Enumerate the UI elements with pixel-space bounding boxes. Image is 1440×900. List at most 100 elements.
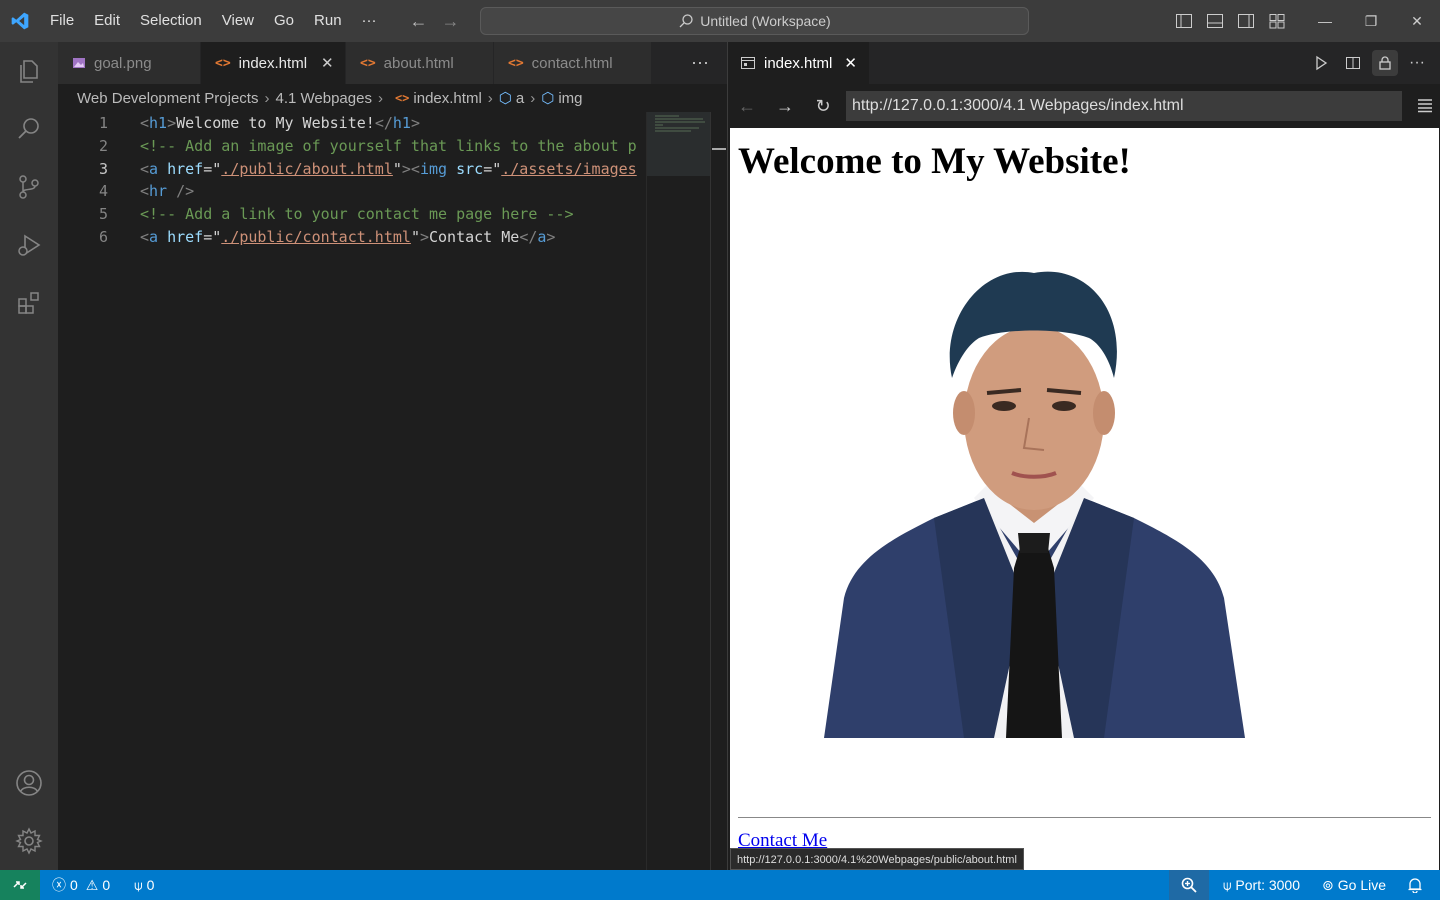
- breadcrumb-item[interactable]: img: [558, 90, 582, 107]
- notifications-bell-icon[interactable]: [1400, 870, 1430, 900]
- tab-label: index.html: [238, 54, 308, 72]
- toggle-secondary-sidebar-icon[interactable]: [1230, 0, 1261, 42]
- run-debug-icon[interactable]: [0, 216, 58, 274]
- breadcrumb-item[interactable]: a: [516, 90, 524, 107]
- zoom-icon[interactable]: [1169, 870, 1209, 900]
- command-center[interactable]: Untitled (Workspace): [480, 7, 1029, 35]
- rendered-page: Welcome to My Website! Contact Me: [730, 128, 1439, 870]
- port-label: Port: 3000: [1235, 877, 1301, 893]
- code-line: 6 <a href="./public/contact.html">Contac…: [58, 225, 646, 248]
- close-window-button[interactable]: ✕: [1394, 0, 1440, 42]
- ports-count: 0: [146, 877, 155, 893]
- page-heading: Welcome to My Website!: [738, 141, 1131, 182]
- status-bar: ⓧ 0 ⚠ 0 ⍦ 0 ⍦ Port: 3000 ⊚ Go Live: [0, 870, 1440, 900]
- back-arrow-icon[interactable]: ←: [407, 9, 431, 33]
- chevron-right-icon: ›: [487, 89, 493, 107]
- extensions-icon[interactable]: [0, 274, 58, 332]
- editor-scrollbar[interactable]: [710, 112, 727, 870]
- menu-go[interactable]: Go: [264, 0, 304, 42]
- browser-page-icon: [741, 57, 755, 69]
- toggle-primary-sidebar-icon[interactable]: [1168, 0, 1199, 42]
- broadcast-icon: ⍦: [134, 876, 143, 893]
- menu-view[interactable]: View: [212, 0, 264, 42]
- go-live-label: Go Live: [1337, 877, 1386, 893]
- browser-back-icon[interactable]: ←: [728, 84, 766, 128]
- toggle-panel-icon[interactable]: [1199, 0, 1230, 42]
- browser-reload-icon[interactable]: ↻: [804, 84, 842, 128]
- error-count: 0: [70, 877, 78, 893]
- error-icon: ⓧ: [52, 877, 66, 893]
- browser-address-bar[interactable]: http://127.0.0.1:3000/4.1 Webpages/index…: [846, 91, 1402, 121]
- close-tab-icon[interactable]: ✕: [321, 54, 334, 72]
- more-actions-icon[interactable]: ···: [1404, 50, 1430, 76]
- accounts-icon[interactable]: [0, 754, 58, 812]
- forward-arrow-icon[interactable]: →: [439, 9, 463, 33]
- line-number: 2: [98, 137, 108, 156]
- editor-more-actions-button[interactable]: ···: [691, 42, 709, 84]
- symbol-cube-icon: ⬡: [541, 90, 555, 107]
- restore-button[interactable]: ❐: [1348, 0, 1394, 42]
- chevron-right-icon: ›: [264, 89, 270, 107]
- run-icon[interactable]: [1308, 50, 1334, 76]
- minimize-button[interactable]: —: [1302, 0, 1348, 42]
- minimap[interactable]: [646, 112, 710, 870]
- explorer-icon[interactable]: [0, 42, 58, 100]
- tab-about-html[interactable]: <> about.html: [346, 42, 494, 84]
- menu-file[interactable]: File: [40, 0, 84, 42]
- code-editor[interactable]: 1 <h1>Welcome to My Website!</h1> 2 <!--…: [58, 112, 646, 870]
- vscode-logo-icon: [0, 0, 40, 42]
- browser-forward-icon[interactable]: →: [766, 84, 804, 128]
- go-live-button[interactable]: ⊚ Go Live: [1314, 870, 1394, 900]
- line-number: 3: [98, 159, 108, 178]
- html-file-icon: <>: [215, 55, 231, 71]
- code-line: 4 <hr />: [58, 180, 646, 203]
- menu-selection[interactable]: Selection: [130, 0, 212, 42]
- code-line: 1 <h1>Welcome to My Website!</h1>: [58, 112, 646, 135]
- tab-index-html[interactable]: <> index.html ✕: [201, 42, 346, 84]
- split-editor-icon[interactable]: [1340, 50, 1366, 76]
- html-file-icon: <>: [360, 55, 376, 71]
- editor-tabs: goal.png <> index.html ✕ <> about.html <…: [58, 42, 727, 84]
- browser-menu-icon[interactable]: [1416, 96, 1434, 117]
- browser-tab-index[interactable]: index.html ✕: [728, 42, 869, 84]
- tab-goal-png[interactable]: goal.png: [58, 42, 201, 84]
- browser-tab-label: index.html: [764, 54, 833, 72]
- line-number: 1: [98, 114, 108, 133]
- warning-icon: ⚠: [85, 876, 99, 893]
- problems-indicator[interactable]: ⓧ 0 ⚠ 0: [44, 870, 118, 900]
- breadcrumb-item[interactable]: Web Development Projects: [77, 90, 258, 107]
- line-number: 5: [98, 205, 108, 224]
- image-file-icon: [73, 58, 85, 68]
- radio-tower-icon: ⊚: [1322, 876, 1334, 893]
- line-number: 4: [98, 182, 108, 201]
- live-server-port[interactable]: ⍦ Port: 3000: [1215, 870, 1308, 900]
- search-icon[interactable]: [0, 100, 58, 158]
- browser-toolbar: ← → ↻ http://127.0.0.1:3000/4.1 Webpages…: [728, 84, 1440, 128]
- search-icon: [679, 14, 693, 28]
- warning-count: 0: [102, 877, 111, 893]
- cursor-position-marker: [712, 148, 726, 150]
- tab-label: contact.html: [531, 54, 613, 72]
- source-control-icon[interactable]: [0, 158, 58, 216]
- menu-edit[interactable]: Edit: [84, 0, 130, 42]
- chevron-right-icon: ›: [530, 89, 536, 107]
- settings-gear-icon[interactable]: [0, 812, 58, 870]
- breadcrumb-item[interactable]: 4.1 Webpages: [275, 90, 371, 107]
- breadcrumb-item[interactable]: index.html: [413, 90, 481, 107]
- ports-indicator[interactable]: ⍦ 0: [126, 870, 162, 900]
- html-file-icon: <>: [394, 91, 410, 105]
- menu-more-button[interactable]: ···: [352, 0, 387, 42]
- editor-group: goal.png <> index.html ✕ <> about.html <…: [58, 42, 727, 870]
- breadcrumb: Web Development Projects › 4.1 Webpages …: [58, 84, 727, 112]
- profile-photo-link[interactable]: [824, 268, 1245, 738]
- horizontal-rule: [738, 817, 1431, 818]
- broadcast-icon: ⍦: [1223, 876, 1232, 893]
- line-number: 6: [98, 227, 108, 246]
- customize-layout-icon[interactable]: [1261, 0, 1292, 42]
- remote-indicator-icon[interactable]: [0, 870, 40, 900]
- menu-run[interactable]: Run: [304, 0, 352, 42]
- lock-icon[interactable]: [1372, 50, 1398, 76]
- tab-contact-html[interactable]: <> contact.html: [494, 42, 652, 84]
- menu-bar: File Edit Selection View Go Run ···: [40, 0, 387, 42]
- close-tab-icon[interactable]: ✕: [844, 54, 857, 72]
